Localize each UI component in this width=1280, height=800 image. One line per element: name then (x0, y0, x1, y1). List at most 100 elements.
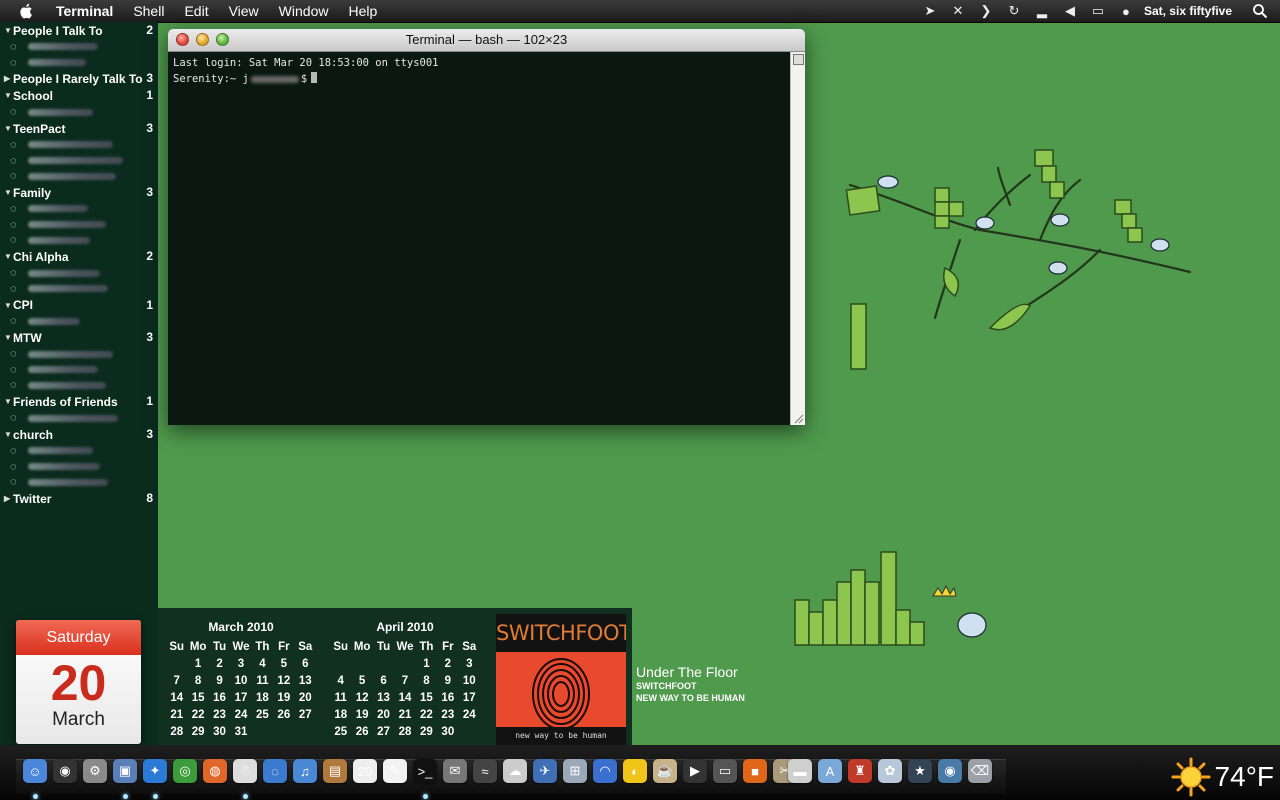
battery-icon[interactable]: ▭ (1090, 3, 1106, 19)
documents-icon[interactable]: ✿ (878, 759, 902, 783)
buddy-row[interactable]: ◌ (0, 201, 158, 217)
calendar-day[interactable]: 3 (230, 655, 251, 672)
buddy-row[interactable]: ◌ (0, 314, 158, 330)
buddy-row[interactable]: ◌ (0, 346, 158, 362)
calendar-day[interactable]: 19 (273, 689, 294, 706)
ichat-icon[interactable]: ◌ (263, 759, 287, 783)
calendar-day[interactable] (273, 723, 294, 740)
disclosure-closed-icon[interactable]: ▶ (4, 494, 13, 503)
itunes-icon[interactable]: ♫ (293, 759, 317, 783)
calendar-day[interactable]: 24 (459, 706, 480, 723)
terminal-title-bar[interactable]: Terminal — bash — 102×23 (168, 29, 805, 52)
cyberduck-icon[interactable]: ◐ (623, 759, 647, 783)
menu-edit[interactable]: Edit (174, 0, 218, 22)
buddy-row[interactable]: ◌ (0, 233, 158, 249)
now-playing-widget[interactable]: SWITCHFOOT new way to be human (494, 608, 632, 745)
calendar-day[interactable]: 14 (166, 689, 187, 706)
calendar-day[interactable]: 16 (209, 689, 230, 706)
calendar-day[interactable]: 3 (459, 655, 480, 672)
terminal-scrollbar[interactable] (790, 52, 805, 425)
ical-icon[interactable]: 20 (353, 759, 377, 783)
dashboard-icon[interactable]: ◉ (53, 759, 77, 783)
disclosure-closed-icon[interactable]: ▶ (4, 74, 13, 83)
calendar-day[interactable]: 20 (373, 706, 394, 723)
calendar-widget[interactable]: March 2010 Su Mo Tu We Th Fr Sa 1 2 3 4 5 6 7 8 9 10 11 12… (158, 608, 494, 745)
zoom-window-button[interactable] (216, 33, 229, 46)
calendar-day[interactable] (394, 655, 415, 672)
buddy-group-row[interactable]: ▼ School 1 (0, 87, 158, 104)
terminal-icon[interactable]: >_ (413, 759, 437, 783)
chrome-icon[interactable]: ◎ (173, 759, 197, 783)
weather-widget[interactable]: 74°F (1171, 757, 1274, 797)
calendar-day[interactable]: 29 (416, 723, 437, 740)
ical-widget[interactable]: Saturday 20 March (16, 620, 141, 744)
disk-icon[interactable]: ▬ (788, 759, 812, 783)
coffee-icon[interactable]: ☕ (653, 759, 677, 783)
menu-view[interactable]: View (219, 0, 269, 22)
calendar-day[interactable]: 7 (394, 672, 415, 689)
wifi-bars-icon[interactable]: ▂ (1034, 3, 1050, 19)
menu-window[interactable]: Window (269, 0, 339, 22)
buddy-row[interactable]: ◌ (0, 39, 158, 55)
menu-clock[interactable]: Sat, six fiftyfive (1144, 4, 1232, 18)
disclosure-open-icon[interactable]: ▼ (4, 124, 13, 133)
volume-icon[interactable]: ◀ (1062, 3, 1078, 19)
system-preferences-icon[interactable]: ⚙ (83, 759, 107, 783)
disclosure-open-icon[interactable]: ▼ (4, 252, 13, 261)
buddy-group-row[interactable]: ▼ Friends of Friends 1 (0, 393, 158, 410)
disclosure-open-icon[interactable]: ▼ (4, 91, 13, 100)
buddy-row[interactable]: ◌ (0, 474, 158, 490)
spotlight-search-icon[interactable] (1252, 3, 1268, 19)
calendar-day[interactable]: 9 (209, 672, 230, 689)
resize-grip-icon[interactable] (792, 412, 804, 424)
calendar-day[interactable]: 11 (252, 672, 273, 689)
calendar-day[interactable] (330, 655, 351, 672)
calendar-day[interactable]: 7 (166, 672, 187, 689)
calendar-day[interactable]: 4 (252, 655, 273, 672)
vlc-icon[interactable]: ■ (743, 759, 767, 783)
calendar-day[interactable]: 6 (373, 672, 394, 689)
calendar-day[interactable]: 28 (166, 723, 187, 740)
buddy-group-row[interactable]: ▼ CPI 1 (0, 297, 158, 314)
textedit-icon[interactable]: ✎ (383, 759, 407, 783)
disclosure-open-icon[interactable]: ▼ (4, 301, 13, 310)
calendar-day[interactable]: 21 (394, 706, 415, 723)
calendar-day[interactable] (252, 723, 273, 740)
calendar-day[interactable]: 13 (373, 689, 394, 706)
cursor-icon[interactable]: ➤ (922, 3, 938, 19)
calendar-day[interactable]: 9 (437, 672, 458, 689)
calendar-day[interactable]: 14 (394, 689, 415, 706)
calendar-day[interactable]: 15 (187, 689, 208, 706)
calendar-day[interactable]: 12 (351, 689, 372, 706)
downloads-icon[interactable]: ★ (908, 759, 932, 783)
buddy-row[interactable]: ◌ (0, 137, 158, 153)
disclosure-open-icon[interactable]: ▼ (4, 26, 13, 35)
plex-icon[interactable]: ▶ (683, 759, 707, 783)
buddy-row[interactable]: ◌ (0, 55, 158, 71)
firefox-icon[interactable]: ◍ (203, 759, 227, 783)
trash-icon[interactable]: ⌫ (968, 759, 992, 783)
split-pane-button[interactable] (793, 54, 804, 65)
buddy-group-row[interactable]: ▼ Chi Alpha 2 (0, 248, 158, 265)
network-status-icon[interactable]: ✕ (950, 3, 966, 19)
calendar-day[interactable]: 10 (459, 672, 480, 689)
calendar-day[interactable]: 2 (209, 655, 230, 672)
mail-icon[interactable]: ✈ (533, 759, 557, 783)
calendar-day[interactable]: 30 (209, 723, 230, 740)
menu-terminal[interactable]: Terminal (46, 0, 123, 22)
photo-booth-icon[interactable]: ▭ (713, 759, 737, 783)
calendar-day[interactable]: 26 (273, 706, 294, 723)
calendar-day[interactable]: 13 (295, 672, 316, 689)
forward-icon[interactable]: ❯ (978, 3, 994, 19)
calendar-day[interactable]: 25 (252, 706, 273, 723)
disclosure-open-icon[interactable]: ▼ (4, 397, 13, 406)
calendar-day[interactable]: 24 (230, 706, 251, 723)
buddy-group-row[interactable]: ▼ Family 3 (0, 184, 158, 201)
calendar-day[interactable]: 21 (166, 706, 187, 723)
calendar-day[interactable]: 22 (187, 706, 208, 723)
dvd-player-icon[interactable]: ◉ (938, 759, 962, 783)
user-icon[interactable]: ● (1118, 3, 1134, 19)
apple-logo-icon[interactable] (18, 2, 36, 20)
calendar-day[interactable]: 27 (295, 706, 316, 723)
calendar-day[interactable]: 17 (230, 689, 251, 706)
